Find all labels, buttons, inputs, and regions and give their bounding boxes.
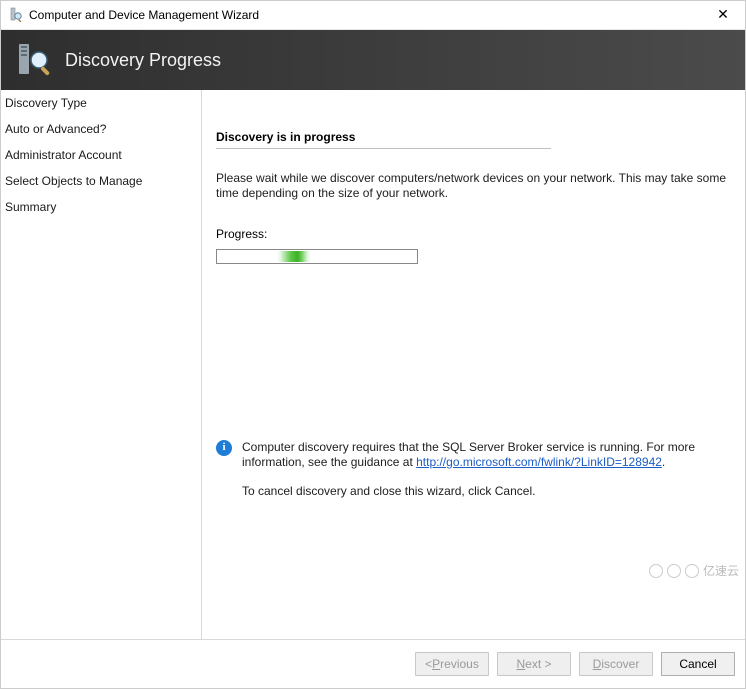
info-block: Computer discovery requires that the SQL…	[216, 440, 731, 499]
content-pane: Discovery is in progress Please wait whi…	[202, 90, 745, 639]
footer: < Previous Next > Discover Cancel	[1, 639, 745, 688]
previous-button: < Previous	[415, 652, 489, 676]
watermark-text: 亿速云	[703, 562, 739, 579]
close-button[interactable]: ✕	[707, 5, 739, 25]
watermark-circle-icon	[667, 564, 681, 578]
body: Discovery Type Auto or Advanced? Adminis…	[1, 90, 745, 639]
cancel-hint: To cancel discovery and close this wizar…	[242, 484, 731, 499]
banner: Discovery Progress	[1, 30, 745, 90]
progress-marquee-chunk	[277, 251, 311, 262]
info-text: Computer discovery requires that the SQL…	[242, 440, 731, 499]
section-heading: Discovery is in progress	[216, 130, 551, 149]
progress-label: Progress:	[216, 227, 731, 241]
banner-title: Discovery Progress	[65, 50, 221, 71]
app-icon	[7, 7, 23, 23]
description-text: Please wait while we discover computers/…	[216, 171, 731, 201]
discover-button: Discover	[579, 652, 653, 676]
nav-item-summary[interactable]: Summary	[1, 194, 201, 220]
titlebar: Computer and Device Management Wizard ✕	[1, 1, 745, 30]
nav-item-auto-or-advanced[interactable]: Auto or Advanced?	[1, 116, 201, 142]
watermark-circle-icon	[649, 564, 663, 578]
cancel-button[interactable]: Cancel	[661, 652, 735, 676]
wizard-window: Computer and Device Management Wizard ✕ …	[0, 0, 746, 689]
watermark: 亿速云	[649, 562, 739, 579]
nav-item-discovery-type[interactable]: Discovery Type	[1, 90, 201, 116]
banner-icon	[13, 40, 53, 80]
window-title: Computer and Device Management Wizard	[29, 8, 707, 22]
watermark-circle-icon	[685, 564, 699, 578]
info-text-suffix: .	[662, 455, 665, 469]
nav-item-select-objects[interactable]: Select Objects to Manage	[1, 168, 201, 194]
info-link[interactable]: http://go.microsoft.com/fwlink/?LinkID=1…	[416, 455, 662, 469]
nav-item-administrator-account[interactable]: Administrator Account	[1, 142, 201, 168]
progress-bar	[216, 249, 418, 264]
info-icon	[216, 440, 232, 456]
nav-sidebar: Discovery Type Auto or Advanced? Adminis…	[1, 90, 202, 639]
next-button: Next >	[497, 652, 571, 676]
